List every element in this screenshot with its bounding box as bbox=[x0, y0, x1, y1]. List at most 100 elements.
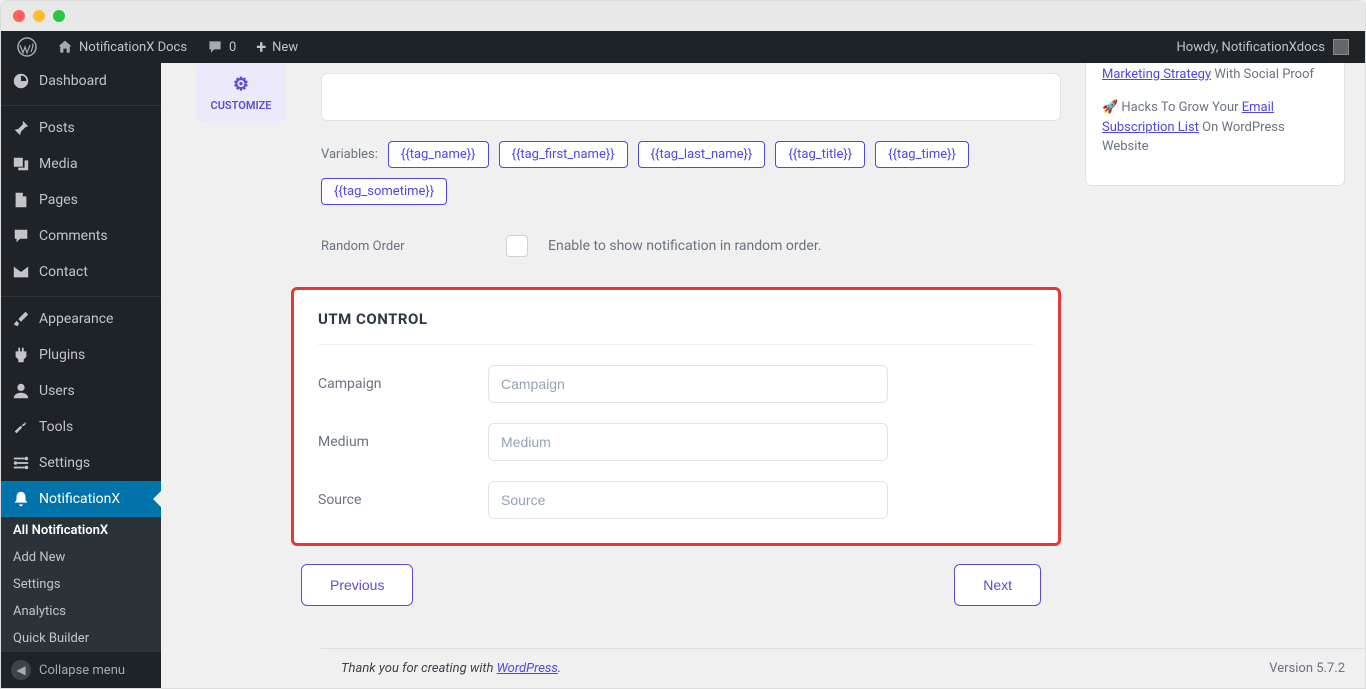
random-order-checkbox[interactable] bbox=[506, 235, 528, 257]
utm-medium-input[interactable] bbox=[488, 423, 888, 461]
sidebar-item-label: Tools bbox=[39, 419, 73, 435]
sidebar-item-media[interactable]: Media bbox=[1, 146, 161, 182]
comment-icon bbox=[207, 39, 223, 55]
variable-tag[interactable]: {{tag_last_name}} bbox=[638, 141, 766, 168]
submenu-add-new[interactable]: Add New bbox=[1, 544, 161, 571]
sidebar-item-appearance[interactable]: Appearance bbox=[1, 301, 161, 337]
site-name-link[interactable]: NotificationX Docs bbox=[49, 31, 195, 63]
brush-icon bbox=[11, 309, 31, 329]
my-account-link[interactable]: Howdy, NotificationXdocs bbox=[1177, 39, 1357, 55]
comment-icon bbox=[11, 226, 31, 246]
variable-tag[interactable]: {{tag_title}} bbox=[775, 141, 865, 168]
utm-campaign-input[interactable] bbox=[488, 365, 888, 403]
variable-tag[interactable]: {{tag_first_name}} bbox=[499, 141, 628, 168]
settings-icon bbox=[11, 453, 31, 473]
customize-tab[interactable]: ⚙ CUSTOMIZE bbox=[196, 63, 286, 123]
bell-icon bbox=[11, 489, 31, 509]
recommended-blogs-box: Recommended Blogs: 🔥 How To Improve Your… bbox=[1085, 63, 1345, 186]
submenu: All NotificationX Add New Settings Analy… bbox=[1, 517, 161, 652]
sidebar-item-label: Settings bbox=[39, 455, 90, 471]
plugin-icon bbox=[11, 345, 31, 365]
wordpress-link[interactable]: WordPress bbox=[497, 661, 558, 676]
variable-tag[interactable]: {{tag_sometime}} bbox=[321, 178, 447, 205]
comments-link[interactable]: 0 bbox=[199, 31, 244, 63]
previous-button[interactable]: Previous bbox=[301, 564, 413, 606]
submenu-analytics[interactable]: Analytics bbox=[1, 598, 161, 625]
window-minimize-icon[interactable] bbox=[33, 10, 45, 22]
wp-admin-bar: NotificationX Docs 0 + New Howdy, Notifi… bbox=[1, 31, 1365, 63]
sidebar-item-posts[interactable]: Posts bbox=[1, 110, 161, 146]
blog-item: 🔥 How To Improve Your Email Marketing St… bbox=[1102, 63, 1328, 84]
customize-label: CUSTOMIZE bbox=[211, 99, 272, 112]
sidebar-item-label: Dashboard bbox=[39, 73, 107, 89]
browser-titlebar bbox=[1, 1, 1365, 31]
utm-campaign-row: Campaign bbox=[318, 365, 1034, 403]
utm-source-label: Source bbox=[318, 492, 488, 508]
sidebar-item-label: Posts bbox=[39, 120, 75, 136]
utm-source-row: Source bbox=[318, 481, 1034, 519]
collapse-icon: ◀ bbox=[11, 660, 31, 680]
footer-thankyou: Thank you for creating with bbox=[341, 661, 497, 676]
sidebar-item-plugins[interactable]: Plugins bbox=[1, 337, 161, 373]
window-close-icon[interactable] bbox=[13, 10, 25, 22]
sidebar-item-comments[interactable]: Comments bbox=[1, 218, 161, 254]
nav-buttons: Previous Next bbox=[301, 564, 1041, 636]
page-icon bbox=[11, 190, 31, 210]
collapse-menu-button[interactable]: ◀ Collapse menu bbox=[1, 652, 161, 688]
utm-control-title: UTM CONTROL bbox=[318, 310, 1034, 345]
sidebar-item-users[interactable]: Users bbox=[1, 373, 161, 409]
window-maximize-icon[interactable] bbox=[53, 10, 65, 22]
random-order-row: Random Order Enable to show notification… bbox=[321, 235, 1061, 257]
wrench-icon bbox=[11, 417, 31, 437]
collapse-label: Collapse menu bbox=[39, 663, 125, 678]
random-order-label: Random Order bbox=[321, 239, 486, 254]
pin-icon bbox=[11, 118, 31, 138]
sidebar-item-label: Pages bbox=[39, 192, 78, 208]
utm-source-input[interactable] bbox=[488, 481, 888, 519]
plus-icon: + bbox=[256, 37, 266, 58]
admin-footer: Thank you for creating with WordPress. V… bbox=[321, 648, 1365, 688]
sidebar-item-dashboard[interactable]: Dashboard bbox=[1, 63, 161, 99]
sidebar-item-label: NotificationX bbox=[39, 491, 120, 507]
sidebar-item-notificationx[interactable]: NotificationX bbox=[1, 481, 161, 517]
variables-row: Variables: {{tag_name}} {{tag_first_name… bbox=[321, 141, 1061, 205]
utm-medium-label: Medium bbox=[318, 434, 488, 450]
variable-tag[interactable]: {{tag_time}} bbox=[875, 141, 969, 168]
wp-logo-menu[interactable] bbox=[9, 31, 45, 63]
sidebar-item-settings[interactable]: Settings bbox=[1, 445, 161, 481]
utm-medium-row: Medium bbox=[318, 423, 1034, 461]
new-content-link[interactable]: + New bbox=[248, 31, 306, 63]
submenu-all-notificationx[interactable]: All NotificationX bbox=[1, 517, 161, 544]
sidebar-item-label: Plugins bbox=[39, 347, 85, 363]
sidebar-item-pages[interactable]: Pages bbox=[1, 182, 161, 218]
utm-control-panel: UTM CONTROL Campaign Medium bbox=[291, 287, 1061, 546]
sidebar-item-tools[interactable]: Tools bbox=[1, 409, 161, 445]
new-label: New bbox=[272, 40, 298, 55]
menu-separator bbox=[1, 294, 161, 297]
sidebar-item-label: Contact bbox=[39, 264, 88, 280]
main-content: ⚙ CUSTOMIZE Variables: {{tag_name}} {{ta… bbox=[161, 63, 1365, 688]
sidebar-item-contact[interactable]: Contact bbox=[1, 254, 161, 290]
template-preview bbox=[321, 73, 1061, 121]
comment-count: 0 bbox=[229, 40, 236, 55]
sidebar-item-label: Media bbox=[39, 156, 78, 172]
submenu-quick-builder[interactable]: Quick Builder bbox=[1, 625, 161, 652]
dashboard-icon bbox=[11, 71, 31, 91]
variable-tag[interactable]: {{tag_name}} bbox=[388, 141, 489, 168]
blog-item: 🚀 Hacks To Grow Your Email Subscription … bbox=[1102, 98, 1328, 157]
sidebar-item-label: Appearance bbox=[39, 311, 113, 327]
wp-version: Version 5.7.2 bbox=[1269, 661, 1345, 676]
sidebar-item-label: Users bbox=[39, 383, 75, 399]
submenu-settings[interactable]: Settings bbox=[1, 571, 161, 598]
avatar bbox=[1333, 39, 1349, 55]
variables-label: Variables: bbox=[321, 147, 378, 162]
howdy-text: Howdy, NotificationXdocs bbox=[1177, 40, 1325, 55]
sidebar-item-label: Comments bbox=[39, 228, 108, 244]
wordpress-icon bbox=[17, 37, 37, 57]
site-name: NotificationX Docs bbox=[79, 40, 187, 55]
gear-icon: ⚙ bbox=[233, 74, 249, 95]
media-icon bbox=[11, 154, 31, 174]
next-button[interactable]: Next bbox=[954, 564, 1041, 606]
menu-separator bbox=[1, 103, 161, 106]
user-icon bbox=[11, 381, 31, 401]
